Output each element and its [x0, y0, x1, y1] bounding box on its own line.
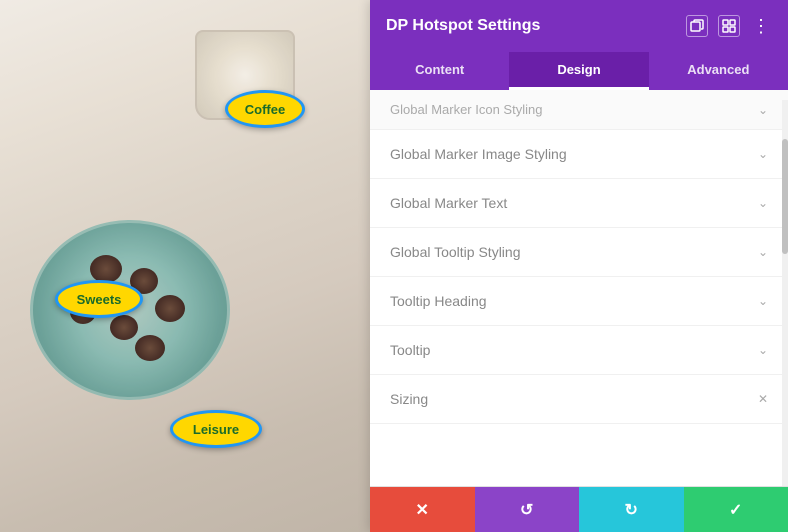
cancel-button[interactable]: ✕	[370, 487, 475, 532]
choc-3	[155, 295, 185, 322]
redo-button[interactable]: ↻	[579, 487, 684, 532]
chevron-6: ✕	[758, 392, 768, 406]
canvas-area: Coffee Sweets Leisure	[0, 0, 370, 532]
chevron-4: ⌄	[758, 294, 768, 308]
tabs: Content Design Advanced	[370, 52, 788, 90]
chevron-0: ⌄	[758, 103, 768, 117]
choc-1	[90, 255, 122, 283]
settings-list: Global Marker Icon Styling ⌄ Global Mark…	[370, 90, 788, 486]
hotspot-coffee[interactable]: Coffee	[225, 90, 305, 128]
header-icons: ⋮	[686, 15, 772, 37]
choc-4	[110, 315, 138, 340]
grid-icon[interactable]	[718, 15, 740, 37]
tab-advanced[interactable]: Advanced	[649, 52, 788, 90]
background-image: Coffee Sweets Leisure	[0, 0, 370, 532]
panel-header: DP Hotspot Settings ⋮	[370, 0, 788, 52]
setting-global-marker-text[interactable]: Global Marker Text ⌄	[370, 179, 788, 228]
setting-tooltip[interactable]: Tooltip ⌄	[370, 326, 788, 375]
hotspot-sweets-label: Sweets	[77, 292, 122, 307]
setting-global-marker-image[interactable]: Global Marker Image Styling ⌄	[370, 130, 788, 179]
undo-button[interactable]: ↺	[475, 487, 580, 532]
restore-icon[interactable]	[686, 15, 708, 37]
save-button[interactable]: ✓	[684, 487, 788, 532]
setting-tooltip-heading[interactable]: Tooltip Heading ⌄	[370, 277, 788, 326]
panel-title: DP Hotspot Settings	[386, 17, 540, 35]
chevron-5: ⌄	[758, 343, 768, 357]
tab-content[interactable]: Content	[370, 52, 509, 90]
hotspot-leisure[interactable]: Leisure	[170, 410, 262, 448]
hotspot-leisure-label: Leisure	[193, 422, 239, 437]
more-options-icon[interactable]: ⋮	[750, 15, 772, 37]
tab-design[interactable]: Design	[509, 52, 648, 90]
setting-sizing[interactable]: Sizing ✕	[370, 375, 788, 424]
setting-global-tooltip-styling[interactable]: Global Tooltip Styling ⌄	[370, 228, 788, 277]
hotspot-sweets[interactable]: Sweets	[55, 280, 143, 318]
scrollbar[interactable]	[782, 100, 788, 486]
bottom-toolbar: ✕ ↺ ↻ ✓	[370, 486, 788, 532]
scroll-thumb	[782, 139, 788, 255]
chevron-3: ⌄	[758, 245, 768, 259]
settings-panel: DP Hotspot Settings ⋮ Content	[370, 0, 788, 532]
setting-global-marker-icon[interactable]: Global Marker Icon Styling ⌄	[370, 90, 788, 130]
chevron-2: ⌄	[758, 196, 768, 210]
hotspot-coffee-label: Coffee	[245, 102, 285, 117]
chevron-1: ⌄	[758, 147, 768, 161]
choc-6	[135, 335, 165, 361]
